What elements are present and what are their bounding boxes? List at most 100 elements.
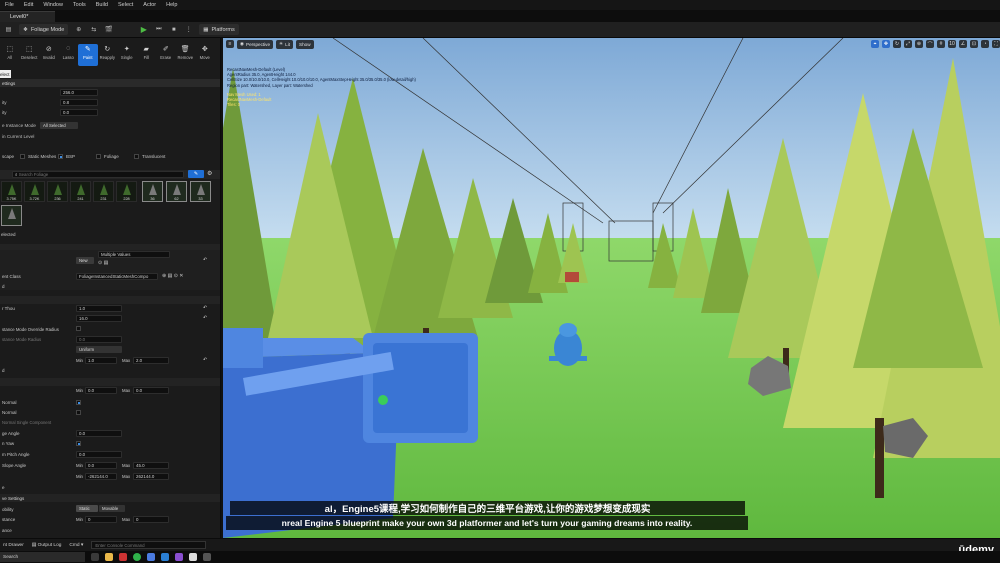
mesh-new-button[interactable]: New bbox=[76, 257, 94, 264]
brush-size-field[interactable]: 256.0 bbox=[60, 89, 98, 96]
foliage-tile[interactable]: 3.75K bbox=[1, 181, 22, 202]
scale-snap-icon[interactable]: ⊡ bbox=[970, 40, 978, 48]
step-icon[interactable]: ⏭ bbox=[154, 25, 163, 34]
tool-invalid[interactable]: ⊘ Invalid bbox=[39, 44, 59, 66]
filter-landscape-label[interactable]: scape bbox=[2, 154, 14, 159]
reset-icon[interactable]: ↶ bbox=[203, 257, 207, 263]
select-mode-icon[interactable]: ⌖ bbox=[871, 40, 879, 48]
tool-deselect[interactable]: ⬚ Deselect bbox=[20, 44, 40, 66]
play-icon[interactable]: ▶ bbox=[139, 25, 148, 34]
mode-dropdown[interactable]: ❖ Foliage Mode bbox=[19, 24, 69, 35]
scale-max-field[interactable]: 2.0 bbox=[133, 357, 169, 364]
wechat-icon[interactable] bbox=[133, 553, 141, 561]
density-field[interactable]: 1.0 bbox=[76, 305, 122, 312]
foliage-tile-selected[interactable] bbox=[1, 205, 22, 226]
cull-min-field[interactable]: 0 bbox=[85, 516, 117, 523]
viewport-options-icon[interactable]: ≡ bbox=[226, 40, 234, 48]
instance-mode-dropdown[interactable]: All Selected bbox=[40, 122, 78, 129]
file-explorer-icon[interactable] bbox=[105, 553, 113, 561]
tool-lasso[interactable]: ◌ Lasso bbox=[59, 44, 79, 66]
output-log-button[interactable]: ▤ Output Log bbox=[32, 543, 62, 548]
instance-settings-header[interactable]: ve Settings bbox=[0, 494, 220, 502]
paint-toggle-button[interactable]: ✎ bbox=[188, 170, 204, 178]
foliage-tile[interactable]: 228 bbox=[116, 181, 137, 202]
menu-window[interactable]: Window bbox=[38, 2, 68, 8]
menu-tools[interactable]: Tools bbox=[68, 2, 91, 8]
settings-gear-icon[interactable]: ⚙ bbox=[207, 170, 212, 177]
cull-max-field[interactable]: 0 bbox=[133, 516, 169, 523]
tool-paint[interactable]: ✎ Paint bbox=[78, 44, 98, 66]
cinematics-icon[interactable]: 🎬 bbox=[104, 25, 113, 34]
single-instance-radius-field[interactable]: 0.0 bbox=[76, 336, 122, 343]
random-pitch-field[interactable]: 0.0 bbox=[76, 451, 122, 458]
blueprint-icon[interactable]: ⇆ bbox=[89, 25, 98, 34]
browser-icon[interactable] bbox=[147, 553, 155, 561]
align-normal2-checkbox[interactable] bbox=[76, 410, 81, 415]
foliage-tile-selected[interactable]: 62 bbox=[166, 181, 187, 202]
foliage-search-input[interactable]: ⌕ Search Foliage bbox=[12, 171, 184, 178]
erase-density-field[interactable]: 0.0 bbox=[60, 109, 98, 116]
cmd-dropdown[interactable]: Cmd ▾ bbox=[69, 543, 83, 548]
tool-erase[interactable]: ✐ Erase bbox=[156, 44, 176, 66]
paint-density-field[interactable]: 0.8 bbox=[60, 99, 98, 106]
more-icon[interactable]: ⋮ bbox=[184, 25, 193, 34]
perspective-button[interactable]: ◉ Perspective bbox=[237, 39, 274, 49]
menu-edit[interactable]: Edit bbox=[19, 2, 38, 8]
tool-fill[interactable]: ▰ Fill bbox=[137, 44, 157, 66]
reset-icon[interactable]: ↶ bbox=[203, 305, 207, 311]
foliage-tile-selected[interactable]: 36 bbox=[142, 181, 163, 202]
translate-icon[interactable]: ✥ bbox=[882, 40, 890, 48]
save-icon[interactable]: ▤ bbox=[4, 25, 13, 34]
mobility-movable-button[interactable]: Movable bbox=[99, 505, 125, 512]
lit-button[interactable]: ☀ Lit bbox=[276, 39, 294, 49]
filter-foliage-checkbox[interactable] bbox=[96, 154, 101, 159]
scale-min-field[interactable]: 1.0 bbox=[85, 357, 117, 364]
tool-single[interactable]: ✦ Single bbox=[117, 44, 137, 66]
filter-bsp-checkbox[interactable] bbox=[58, 154, 63, 159]
grid-snap-icon[interactable]: # bbox=[937, 40, 945, 48]
reset-icon[interactable]: ↶ bbox=[203, 315, 207, 321]
z-offset-min-field[interactable]: 0.0 bbox=[85, 387, 117, 394]
component-actions-icon[interactable]: ⊕ ▤ ⊙ ✕ bbox=[162, 273, 183, 279]
tool-all[interactable]: ⬚ All bbox=[0, 44, 20, 66]
show-button[interactable]: Show bbox=[296, 39, 314, 49]
scale-icon[interactable]: ⤢ bbox=[904, 40, 912, 48]
surface-snap-icon[interactable]: ⌒ bbox=[926, 40, 934, 48]
menu-actor[interactable]: Actor bbox=[138, 2, 161, 8]
component-class-field[interactable]: FoliageInstancedStaticMeshCompo bbox=[76, 273, 158, 280]
rotation-snap-icon[interactable]: ∠ bbox=[959, 40, 967, 48]
app-gray-icon[interactable] bbox=[203, 553, 211, 561]
foliage-tile[interactable]: 231 bbox=[93, 181, 114, 202]
brush-settings-header[interactable]: ettings bbox=[0, 79, 220, 87]
add-actor-icon[interactable]: ⊕ bbox=[74, 25, 83, 34]
task-view-icon[interactable] bbox=[91, 553, 99, 561]
mesh-dropdown[interactable]: Multiple Values bbox=[98, 251, 170, 258]
foliage-tile[interactable]: 241 bbox=[70, 181, 91, 202]
tool-move[interactable]: ✥ Move bbox=[195, 44, 215, 66]
single-instance-override-checkbox[interactable] bbox=[76, 326, 81, 331]
radius-field[interactable]: 16.0 bbox=[76, 315, 122, 322]
menu-file[interactable]: File bbox=[0, 2, 19, 8]
level-tab[interactable]: Level0* bbox=[0, 11, 55, 22]
platforms-button[interactable]: ▦ Platforms bbox=[199, 24, 239, 35]
stop-icon[interactable]: ■ bbox=[169, 25, 178, 34]
world-space-icon[interactable]: ⊕ bbox=[915, 40, 923, 48]
rotate-icon[interactable]: ↻ bbox=[893, 40, 901, 48]
foliage-tile[interactable]: 3.72K bbox=[24, 181, 45, 202]
app-red-icon[interactable] bbox=[119, 553, 127, 561]
console-command-input[interactable]: Enter Console Command bbox=[91, 541, 207, 549]
browse-icon[interactable]: ⊙ ▤ bbox=[98, 260, 108, 266]
height-min-field[interactable]: -262144.0 bbox=[85, 473, 117, 480]
menu-help[interactable]: Help bbox=[161, 2, 182, 8]
mobility-static-button[interactable]: Static bbox=[76, 505, 98, 512]
tool-remove[interactable]: 🗑 Remove bbox=[176, 44, 196, 66]
unreal-editor-icon[interactable] bbox=[189, 553, 197, 561]
grid-size-icon[interactable]: 10 bbox=[948, 40, 956, 48]
foliage-tile-selected[interactable]: 33 bbox=[190, 181, 211, 202]
random-yaw-checkbox[interactable] bbox=[76, 441, 81, 446]
app-purple-icon[interactable] bbox=[175, 553, 183, 561]
camera-speed-icon[interactable]: ◔ bbox=[981, 40, 989, 48]
foliage-tile[interactable]: 236 bbox=[47, 181, 68, 202]
level-viewport[interactable]: ≡ ◉ Perspective ☀ Lit Show ⌖ ✥ ↻ ⤢ ⊕ ⌒ # 1… bbox=[223, 38, 1000, 538]
filter-static-meshes-checkbox[interactable] bbox=[20, 154, 25, 159]
